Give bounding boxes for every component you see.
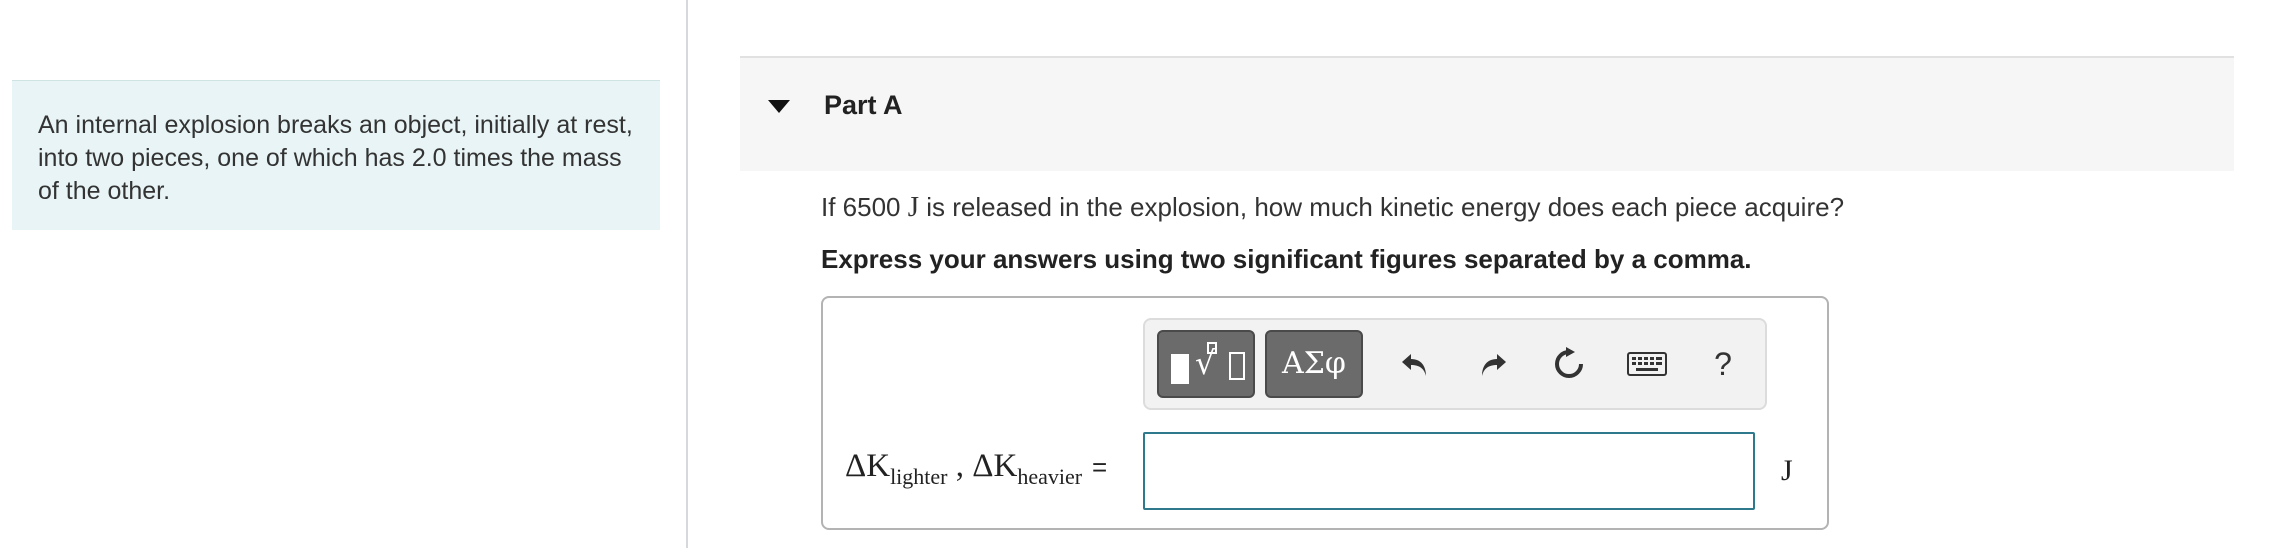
reset-icon [1555, 347, 1583, 378]
problem-intro-text: An internal explosion breaks an object, … [38, 111, 633, 205]
question-suffix: is released in the explosion, how much k… [919, 192, 1845, 222]
delta-k-heavier: ΔK [972, 448, 1018, 484]
answer-label: ΔKlighter , ΔKheavier = [845, 448, 1108, 489]
redo-icon [1482, 354, 1506, 376]
help-button[interactable]: ? [1701, 342, 1745, 386]
keyboard-icon [1627, 352, 1667, 376]
question-unit: J [907, 191, 920, 223]
reset-button[interactable] [1547, 342, 1591, 386]
delta-k-lighter: ΔK [845, 448, 891, 484]
undo-button[interactable] [1393, 342, 1437, 386]
problem-intro: An internal explosion breaks an object, … [12, 80, 660, 230]
answer-box: √ ΑΣφ ? ΔKlighter , ΔKheavier = J [821, 296, 1829, 530]
help-icon: ? [1714, 345, 1732, 382]
panel-divider [686, 0, 688, 548]
answer-input[interactable] [1143, 432, 1755, 510]
greek-symbols-icon: ΑΣφ [1282, 346, 1346, 381]
subscript-lighter: lighter [890, 464, 948, 489]
subscript-heavier: heavier [1017, 464, 1083, 489]
answer-unit: J [1781, 454, 1793, 487]
equals-sign: = [1092, 452, 1108, 482]
collapse-caret-icon[interactable] [768, 100, 790, 113]
undo-icon [1402, 354, 1426, 376]
question-text: If 6500 J is released in the explosion, … [821, 191, 1844, 224]
math-toolbar: √ ΑΣφ ? [1143, 318, 1767, 410]
redo-button[interactable] [1471, 342, 1515, 386]
part-a-header[interactable]: Part A [740, 56, 2234, 171]
part-title: Part A [824, 90, 903, 120]
answer-instruction: Express your answers using two significa… [821, 244, 1752, 274]
keyboard-button[interactable] [1625, 342, 1669, 386]
greek-symbols-button[interactable]: ΑΣφ [1265, 330, 1363, 398]
question-prefix: If 6500 [821, 192, 908, 222]
templates-button[interactable]: √ [1157, 330, 1255, 398]
label-separator: , [947, 448, 973, 484]
